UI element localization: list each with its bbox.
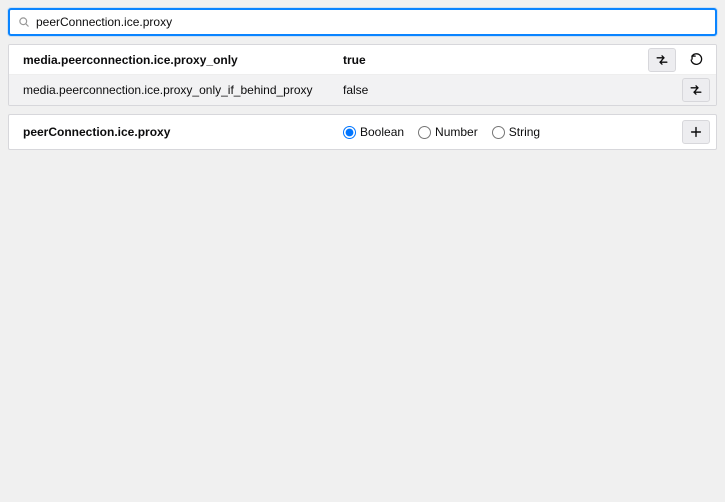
type-radio-number[interactable] (418, 126, 431, 139)
type-option-boolean[interactable]: Boolean (343, 125, 404, 139)
toggle-button[interactable] (648, 48, 676, 72)
search-bar (8, 8, 717, 36)
type-option-number[interactable]: Number (418, 125, 478, 139)
new-preference-type-group: Boolean Number String (343, 125, 682, 139)
type-label: Number (435, 125, 478, 139)
new-preference-name: peerConnection.ice.proxy (23, 125, 343, 139)
preference-list: media.peerconnection.ice.proxy_only true… (8, 44, 717, 106)
search-input[interactable] (36, 15, 707, 29)
toggle-button[interactable] (682, 78, 710, 102)
type-label: Boolean (360, 125, 404, 139)
add-preference-row: peerConnection.ice.proxy Boolean Number … (9, 115, 716, 149)
search-icon (18, 16, 30, 28)
preference-row: media.peerconnection.ice.proxy_only true (9, 45, 716, 75)
type-radio-boolean[interactable] (343, 126, 356, 139)
add-preference-section: peerConnection.ice.proxy Boolean Number … (8, 114, 717, 150)
type-label: String (509, 125, 540, 139)
preference-value: true (343, 53, 648, 67)
preference-name: media.peerconnection.ice.proxy_only (23, 53, 343, 67)
type-radio-string[interactable] (492, 126, 505, 139)
reset-button[interactable] (682, 48, 710, 72)
add-button[interactable] (682, 120, 710, 144)
preference-row: media.peerconnection.ice.proxy_only_if_b… (9, 75, 716, 105)
preference-name: media.peerconnection.ice.proxy_only_if_b… (23, 83, 343, 97)
type-option-string[interactable]: String (492, 125, 540, 139)
preference-value: false (343, 83, 682, 97)
